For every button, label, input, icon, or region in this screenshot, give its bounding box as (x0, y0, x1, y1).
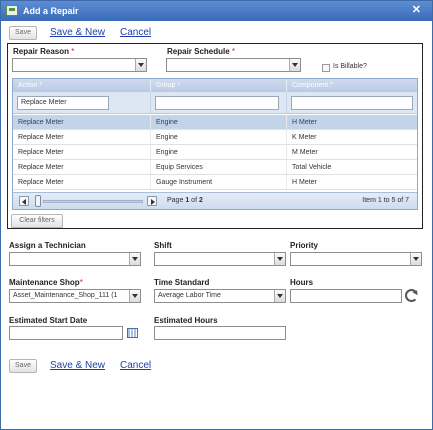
table-row[interactable]: Replace Meter Equip Services Total Vehic… (13, 160, 417, 175)
save-button-top[interactable]: Save (9, 26, 37, 40)
repair-schedule-select[interactable] (166, 58, 301, 72)
column-header-component[interactable]: Component * (287, 79, 417, 92)
table-cell: H Meter (292, 119, 317, 126)
table-cell: M Meter (292, 149, 318, 156)
grid-pager: Page 1 of 2 Item 1 to 5 of 7 (13, 192, 417, 209)
chevron-down-icon[interactable] (135, 59, 146, 71)
repair-schedule-label: Repair Schedule * (167, 47, 236, 56)
table-row[interactable]: Replace Meter Engine K Meter (13, 130, 417, 145)
is-billable-checkbox[interactable] (322, 64, 330, 72)
item-range-info: Item 1 to 5 of 7 (362, 197, 409, 204)
priority-label: Priority (290, 241, 319, 250)
table-cell: Replace Meter (13, 175, 151, 189)
estimated-hours-input[interactable] (154, 326, 286, 340)
table-cell: Gauge Instrument (151, 175, 287, 189)
title-bar: Add a Repair ✕ (1, 1, 432, 21)
chevron-down-icon[interactable] (274, 253, 285, 265)
table-row[interactable]: Replace Meter Gauge Instrument H Meter (13, 175, 417, 190)
save-new-link-top[interactable]: Save & New (50, 27, 105, 38)
table-cell: Engine (151, 115, 287, 129)
column-header-action[interactable]: Action * (13, 79, 151, 92)
table-cell: Engine (151, 130, 287, 144)
clear-filters-button[interactable]: Clear filters (11, 214, 63, 228)
add-repair-dialog: Add a Repair ✕ Save Save & New Cancel Re… (0, 0, 433, 430)
time-standard-label: Time Standard (154, 278, 210, 287)
table-cell: H Meter (292, 179, 317, 186)
action-filter-input[interactable]: Replace Meter (17, 96, 109, 110)
priority-select[interactable] (290, 252, 422, 266)
hours-label: Hours (290, 278, 314, 287)
table-cell: K Meter (292, 134, 317, 141)
grid-filter-row: Replace Meter (13, 92, 417, 114)
close-icon[interactable]: ✕ (412, 4, 421, 16)
page-slider-handle[interactable] (35, 195, 41, 207)
shift-select[interactable] (154, 252, 286, 266)
repair-panel: Repair Reason * Repair Schedule * Is Bil… (7, 43, 423, 229)
window-icon (6, 5, 18, 16)
hours-input[interactable] (290, 289, 402, 303)
column-header-group[interactable]: Group * (151, 79, 287, 92)
start-date-label: Estimated Start Date (9, 316, 88, 325)
table-cell: Replace Meter (13, 115, 151, 129)
cancel-link-top[interactable]: Cancel (120, 27, 151, 38)
shift-label: Shift (154, 241, 172, 250)
calendar-icon[interactable] (127, 328, 138, 338)
grid-header: Action * Group * Component * (13, 79, 417, 92)
save-button-bottom[interactable]: Save (9, 359, 37, 373)
maintenance-shop-label: Maintenance Shop* (9, 278, 83, 287)
repair-actions-grid: Action * Group * Component * Replace Met… (12, 78, 418, 210)
chevron-down-icon[interactable] (129, 290, 140, 302)
chevron-down-icon[interactable] (129, 253, 140, 265)
table-row[interactable]: Replace Meter Engine M Meter (13, 145, 417, 160)
table-cell: Replace Meter (13, 130, 151, 144)
table-cell: Engine (151, 145, 287, 159)
start-date-input[interactable] (9, 326, 123, 340)
chevron-down-icon[interactable] (410, 253, 421, 265)
cancel-link-bottom[interactable]: Cancel (120, 360, 151, 371)
group-filter-input[interactable] (155, 96, 279, 110)
table-cell: Total Vehicle (292, 164, 332, 171)
table-cell: Equip Services (151, 160, 287, 174)
save-new-link-bottom[interactable]: Save & New (50, 360, 105, 371)
technician-label: Assign a Technician (9, 241, 86, 250)
maintenance-shop-select[interactable]: Asset_Maintenance_Shop_111 (1 (9, 289, 141, 303)
repair-reason-label: Repair Reason * (13, 47, 75, 56)
chevron-down-icon[interactable] (274, 290, 285, 302)
technician-select[interactable] (9, 252, 141, 266)
time-standard-select[interactable]: Average Labor Time (154, 289, 286, 303)
dialog-title: Add a Repair (23, 6, 79, 16)
estimated-hours-label: Estimated Hours (154, 316, 218, 325)
next-page-icon[interactable] (147, 196, 157, 206)
prev-page-icon[interactable] (19, 196, 29, 206)
page-indicator: Page 1 of 2 (167, 197, 203, 204)
page-slider-track[interactable] (43, 200, 143, 203)
is-billable-label: Is Billable? (333, 63, 367, 70)
table-row[interactable]: Replace Meter Engine H Meter (13, 115, 417, 130)
chevron-down-icon[interactable] (289, 59, 300, 71)
table-cell: Replace Meter (13, 160, 151, 174)
component-filter-input[interactable] (291, 96, 413, 110)
repair-reason-select[interactable] (12, 58, 147, 72)
refresh-icon[interactable] (405, 289, 418, 302)
table-cell: Replace Meter (13, 145, 151, 159)
